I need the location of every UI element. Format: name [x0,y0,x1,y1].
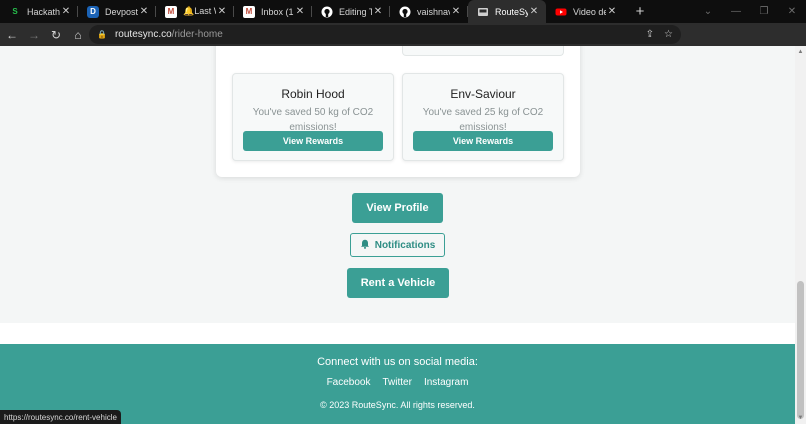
footer-spacer [0,323,795,344]
page-scrollbar[interactable]: ▲ ▼ [795,46,806,424]
routesync-favicon-icon [477,6,489,18]
home-icon[interactable]: ⌂ [68,25,88,45]
minimize-icon[interactable]: — [722,6,750,17]
status-bar-url: https://routesync.co/rent-vehicle [0,410,121,424]
close-window-icon[interactable]: ✕ [778,6,806,17]
slack-icon: S [12,7,18,16]
tab-routesync[interactable]: RouteSync ✕ [468,0,546,23]
scrollbar-thumb[interactable] [797,281,804,419]
scroll-up-icon[interactable]: ▲ [797,49,804,55]
tab-title: Editing Tra [339,6,372,17]
twitter-link[interactable]: Twitter [383,377,412,388]
forward-icon[interactable]: → [24,25,44,45]
share-icon[interactable]: ⇪ [646,29,654,40]
tab-inbox[interactable]: M Inbox (1,7 ✕ [234,0,312,23]
close-icon[interactable]: ✕ [606,6,618,17]
view-rewards-button[interactable]: View Rewards [413,131,553,151]
tab-hackathon[interactable]: S Hackathon ✕ [0,0,78,23]
bookmark-star-icon[interactable]: ☆ [664,29,673,40]
youtube-icon [555,6,567,18]
close-icon[interactable]: ✕ [138,6,150,17]
chevron-down-icon[interactable]: ⌄ [694,6,722,17]
tab-vaishnavi[interactable]: vaishnavi ✕ [390,0,468,23]
tab-title: 🔔Last W [183,6,216,16]
gmail-icon: M [165,5,177,18]
tab-title: RouteSync [495,6,528,17]
card-name: Env-Saviour [450,87,516,101]
close-icon[interactable]: ✕ [528,6,540,17]
tab-last-week[interactable]: M 🔔Last W ✕ [156,0,234,23]
rent-vehicle-button[interactable]: Rent a Vehicle [347,268,449,298]
url-path: /rider-home [171,29,223,40]
tab-title: Video deta [573,6,606,17]
copyright-text: © 2023 RouteSync. All rights reserved. [320,400,475,410]
facebook-link[interactable]: Facebook [327,377,371,388]
back-icon[interactable]: ← [2,25,22,45]
address-bar[interactable]: 🔒 routesync.co/rider-home ⇪ ☆ [89,25,681,44]
tab-video-details[interactable]: Video deta ✕ [546,0,624,23]
notifications-label: Notifications [374,239,436,251]
close-icon[interactable]: ✕ [216,6,228,17]
new-tab-button[interactable]: + [628,0,652,23]
lock-icon[interactable]: 🔒 [97,30,107,39]
tab-title: Devpost [105,6,138,17]
close-icon[interactable]: ✕ [450,6,462,17]
bell-icon [360,239,370,252]
view-profile-button[interactable]: View Profile [352,193,443,223]
badges-panel: Robin Hood You've saved 50 kg of CO2 emi… [216,46,580,177]
reward-card-partial [402,46,564,56]
card-name: Robin Hood [281,87,345,101]
reward-card: Env-Saviour You've saved 25 kg of CO2 em… [402,73,564,161]
notifications-button[interactable]: Notifications [350,233,445,257]
browser-toolbar: ← → ↻ ⌂ 🔒 routesync.co/rider-home ⇪ ☆ G … [0,23,806,64]
page-content: Robin Hood You've saved 50 kg of CO2 emi… [0,46,795,424]
tab-title: Inbox (1,7 [261,6,294,17]
maximize-icon[interactable]: ❐ [750,6,778,17]
tab-devpost[interactable]: D Devpost ✕ [78,0,156,23]
devpost-icon: D [87,5,99,18]
tab-title: Hackathon [27,6,60,17]
github-icon [321,6,333,18]
tab-strip: S Hackathon ✕ D Devpost ✕ M 🔔Last W ✕ M … [0,0,806,23]
scroll-down-icon[interactable]: ▼ [797,415,804,421]
instagram-link[interactable]: Instagram [424,377,468,388]
footer-connect-text: Connect with us on social media: [317,356,478,368]
gmail-icon: M [243,5,255,18]
reward-card: Robin Hood You've saved 50 kg of CO2 emi… [232,73,394,161]
url-host: routesync.co [114,29,172,40]
github-icon [399,6,411,18]
close-icon[interactable]: ✕ [372,6,384,17]
tab-title: vaishnavi [417,6,450,17]
close-icon[interactable]: ✕ [60,6,72,17]
window-controls: ⌄ — ❐ ✕ [694,0,806,23]
tab-editing[interactable]: Editing Tra ✕ [312,0,390,23]
view-rewards-button[interactable]: View Rewards [243,131,383,151]
close-icon[interactable]: ✕ [294,6,306,17]
reload-icon[interactable]: ↻ [46,25,66,45]
social-links: Facebook Twitter Instagram [0,377,795,388]
